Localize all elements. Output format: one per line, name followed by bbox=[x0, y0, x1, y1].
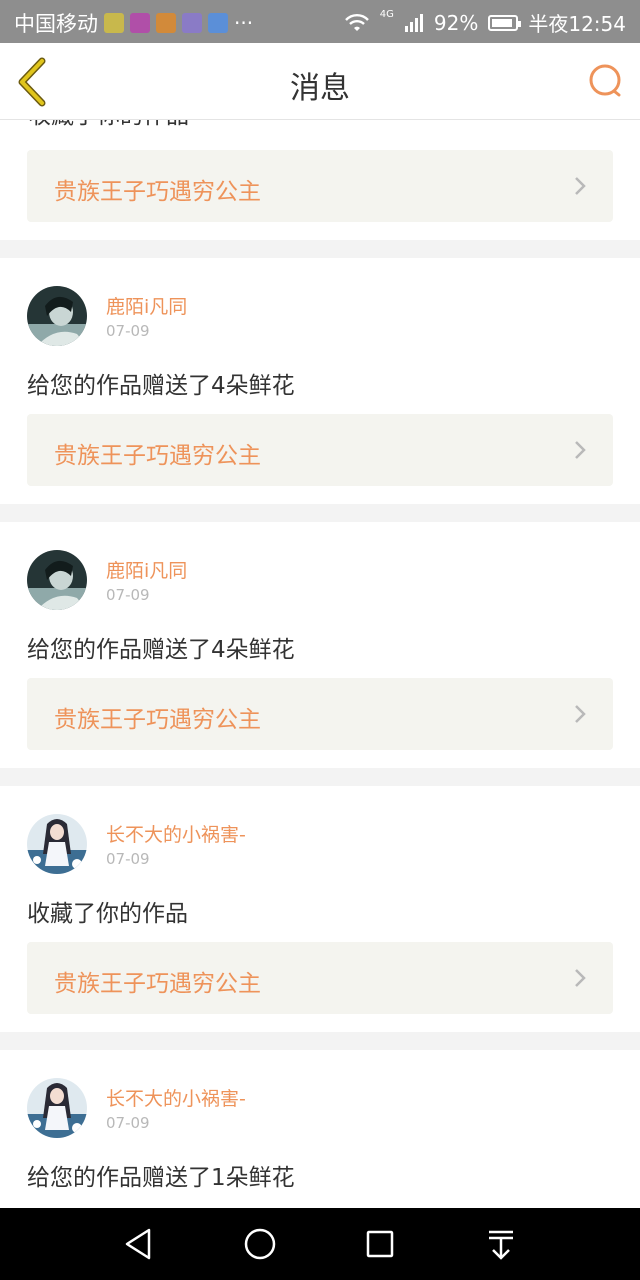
user-name[interactable]: 鹿陌i凡同 bbox=[106, 292, 187, 319]
home-circle-icon bbox=[244, 1228, 276, 1260]
user-name[interactable]: 鹿陌i凡同 bbox=[106, 556, 187, 583]
message-card: 鹿陌i凡同 07-09 给您的作品赠送了4朵鲜花 贵族王子巧遇穷公主 bbox=[0, 522, 640, 768]
message-date: 07-09 bbox=[106, 586, 150, 604]
nav-recents-button[interactable] bbox=[362, 1226, 398, 1262]
notification-app-icon bbox=[156, 13, 176, 33]
avatar[interactable] bbox=[27, 550, 87, 610]
message-card: 长不大的小祸害- 07-09 收藏了你的作品 贵族王子巧遇穷公主 bbox=[0, 786, 640, 1032]
user-name[interactable]: 长不大的小祸害- bbox=[106, 1084, 246, 1111]
anime-girl-avatar-icon bbox=[27, 1078, 87, 1138]
message-card: 鹿陌i凡同 07-09 给您的作品赠送了4朵鲜花 贵族王子巧遇穷公主 bbox=[0, 258, 640, 504]
work-title: 贵族王子巧遇穷公主 bbox=[54, 971, 261, 997]
nav-back-button[interactable] bbox=[121, 1226, 157, 1262]
dark-portrait-avatar-icon bbox=[27, 286, 87, 346]
search-icon bbox=[589, 64, 621, 97]
dark-portrait-avatar-icon bbox=[27, 550, 87, 610]
chevron-right-icon bbox=[575, 441, 586, 459]
search-button[interactable] bbox=[588, 63, 624, 99]
notification-pull-icon bbox=[489, 1230, 513, 1260]
work-title: 贵族王子巧遇穷公主 bbox=[54, 707, 261, 733]
message-date: 07-09 bbox=[106, 850, 150, 868]
recents-square-icon bbox=[366, 1230, 394, 1258]
clock: 半夜12:54 bbox=[528, 12, 626, 36]
message-action: 给您的作品赠送了4朵鲜花 bbox=[27, 373, 295, 399]
work-link[interactable]: 贵族王子巧遇穷公主 bbox=[27, 942, 613, 1014]
status-left: 中国移动 ··· bbox=[14, 8, 253, 38]
notification-app-icon bbox=[130, 13, 150, 33]
notification-app-icon bbox=[182, 13, 202, 33]
chevron-right-icon bbox=[575, 177, 586, 195]
network-type: 4G bbox=[379, 9, 394, 20]
work-link[interactable]: 贵族王子巧遇穷公主 bbox=[27, 678, 613, 750]
status-right: 4G 92% 半夜12:54 bbox=[344, 8, 626, 37]
message-card: 收藏了你的作品 贵族王子巧遇穷公主 bbox=[0, 120, 640, 240]
wifi-icon bbox=[344, 13, 369, 31]
notification-app-icon bbox=[104, 13, 124, 33]
avatar[interactable] bbox=[27, 286, 87, 346]
more-notifications-icon: ··· bbox=[234, 11, 254, 35]
message-date: 07-09 bbox=[106, 322, 150, 340]
carrier-name: 中国移动 bbox=[14, 12, 98, 36]
avatar[interactable] bbox=[27, 814, 87, 874]
back-triangle-icon bbox=[125, 1228, 151, 1260]
avatar[interactable] bbox=[27, 1078, 87, 1138]
message-action: 给您的作品赠送了4朵鲜花 bbox=[27, 637, 295, 663]
anime-girl-avatar-icon bbox=[27, 814, 87, 874]
system-nav-bar bbox=[0, 1208, 640, 1280]
work-link[interactable]: 贵族王子巧遇穷公主 bbox=[27, 150, 613, 222]
work-title: 贵族王子巧遇穷公主 bbox=[54, 179, 261, 205]
message-action: 给您的作品赠送了1朵鲜花 bbox=[27, 1165, 295, 1191]
message-date: 07-09 bbox=[106, 1114, 150, 1132]
battery-icon bbox=[488, 14, 522, 31]
chevron-right-icon bbox=[575, 969, 586, 987]
message-card: 长不大的小祸害- 07-09 给您的作品赠送了1朵鲜花 bbox=[0, 1050, 640, 1208]
work-link[interactable]: 贵族王子巧遇穷公主 bbox=[27, 414, 613, 486]
message-list: 收藏了你的作品 贵族王子巧遇穷公主 鹿陌i凡同 07-09 给您的作品赠送了 bbox=[0, 120, 640, 1208]
work-title: 贵族王子巧遇穷公主 bbox=[54, 443, 261, 469]
user-name[interactable]: 长不大的小祸害- bbox=[106, 820, 246, 847]
page-title: 消息 bbox=[290, 71, 350, 106]
chevron-right-icon bbox=[575, 705, 586, 723]
message-action: 收藏了你的作品 bbox=[27, 901, 188, 927]
header: 消息 bbox=[0, 43, 640, 120]
signal-icon bbox=[404, 13, 423, 32]
battery-percent: 92% bbox=[433, 10, 479, 35]
notification-app-icon bbox=[208, 13, 228, 33]
nav-home-button[interactable] bbox=[242, 1226, 278, 1262]
nav-notification-button[interactable] bbox=[483, 1226, 519, 1262]
status-bar: 中国移动 ··· 4G 92% 半夜12:54 bbox=[0, 0, 640, 43]
message-action: 收藏了你的作品 bbox=[28, 120, 189, 130]
